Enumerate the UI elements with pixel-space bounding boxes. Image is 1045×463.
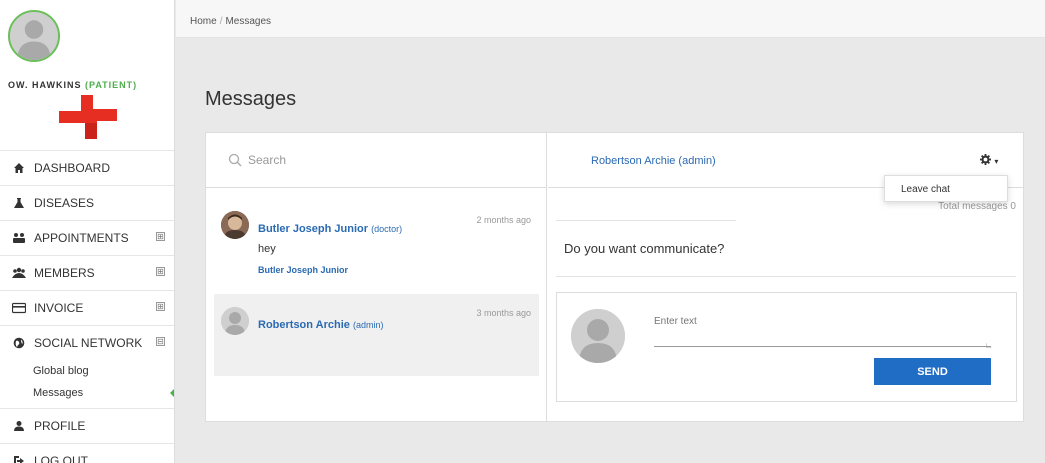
chat-settings-button[interactable]: ▾: [980, 153, 998, 167]
conversation-role: (admin): [352, 320, 384, 330]
nav-messages-label: Messages: [33, 387, 84, 399]
home-icon: [12, 161, 26, 175]
breadcrumb-home[interactable]: Home: [190, 16, 217, 27]
expand-icon[interactable]: ⊞: [156, 232, 165, 241]
resize-grip-icon[interactable]: ​∟: [985, 341, 993, 350]
search-box[interactable]: Search: [206, 133, 547, 188]
users-icon: [12, 266, 26, 280]
expand-icon[interactable]: ⊞: [156, 302, 165, 311]
nav-label: DISEASES: [34, 196, 95, 210]
nav-label: INVOICE: [34, 301, 84, 315]
chat-options-menu: Leave chat: [884, 175, 1008, 202]
doctor-avatar: [221, 211, 249, 239]
admin-avatar: [221, 307, 249, 335]
conversation-item-active[interactable]: Robertson Archie (admin) 3 months ago: [214, 294, 539, 376]
flask-icon: [12, 196, 26, 210]
nav-label: LOG OUT: [34, 454, 89, 463]
breadcrumb: Home / Messages: [190, 16, 271, 27]
nav-label: SOCIAL NETWORK: [34, 336, 143, 350]
compose-box: ​∟ SEND: [556, 292, 1017, 402]
nav-label: MEMBERS: [34, 266, 95, 280]
conversation-last-message: hey: [258, 243, 276, 255]
top-bar: Home / Messages: [176, 0, 1045, 38]
conversation-name[interactable]: Butler Joseph Junior (doctor): [258, 223, 402, 235]
divider: [556, 276, 1016, 277]
globe-icon: [12, 336, 26, 350]
user-icon: [12, 419, 26, 433]
total-messages: Total messages 0: [938, 201, 1016, 212]
user-avatar[interactable]: [8, 10, 60, 62]
message-input[interactable]: [654, 313, 991, 347]
nav-social-network[interactable]: SOCIAL NETWORK ⊟: [0, 325, 174, 360]
conversation-sender[interactable]: Butler Joseph Junior: [258, 265, 348, 275]
nav-invoice[interactable]: INVOICE ⊞: [0, 290, 174, 325]
nav-label: DASHBOARD: [34, 161, 111, 175]
conversation-item[interactable]: Butler Joseph Junior (doctor) 2 months a…: [214, 199, 539, 289]
nav-diseases[interactable]: DISEASES: [0, 185, 174, 220]
active-marker-icon: [170, 388, 174, 398]
logout-icon: [12, 454, 26, 463]
sidebar: OW. HAWKINS (PATIENT) DASHBOARD DISEASES…: [0, 0, 175, 463]
compose-avatar: [571, 309, 625, 363]
appointments-icon: [12, 231, 26, 245]
caret-down-icon: ▾: [994, 157, 999, 166]
nav-profile[interactable]: PROFILE: [0, 408, 174, 443]
leave-chat-item[interactable]: Leave chat: [901, 184, 950, 195]
nav-label: APPOINTMENTS: [34, 231, 129, 245]
conversation-name-text: Robertson Archie: [258, 319, 350, 331]
send-button[interactable]: SEND: [874, 358, 991, 385]
search-icon: [228, 153, 242, 167]
credit-card-icon: [12, 301, 26, 315]
chat-area: Robertson Archie (admin) ▾ Leave chat To…: [548, 133, 1024, 421]
expand-icon[interactable]: ⊞: [156, 267, 165, 276]
collapse-icon[interactable]: ⊟: [156, 337, 165, 346]
gear-icon: [980, 154, 991, 165]
breadcrumb-current: Messages: [225, 16, 272, 27]
messages-panel: Search Butler Joseph Junior (doctor) 2 m…: [205, 132, 1024, 422]
user-role: (PATIENT): [85, 80, 138, 90]
divider: [556, 220, 736, 221]
nav-dashboard[interactable]: DASHBOARD: [0, 150, 174, 185]
page-title: Messages: [205, 88, 297, 110]
chat-message: Do you want communicate?: [564, 241, 725, 256]
search-input[interactable]: Search: [248, 153, 286, 167]
nav-members[interactable]: MEMBERS ⊞: [0, 255, 174, 290]
main-nav: DASHBOARD DISEASES APPOINTMENTS ⊞ MEMBER…: [0, 150, 174, 463]
nav-messages[interactable]: Messages: [0, 382, 174, 404]
nav-label: PROFILE: [34, 419, 86, 433]
conversation-name[interactable]: Robertson Archie (admin): [258, 319, 383, 331]
nav-logout[interactable]: LOG OUT: [0, 443, 174, 463]
conversation-list: Search Butler Joseph Junior (doctor) 2 m…: [206, 133, 547, 421]
user-name: OW. HAWKINS (PATIENT): [8, 80, 137, 90]
conversation-role: (doctor): [371, 224, 403, 234]
conversation-time: 3 months ago: [476, 308, 531, 318]
user-name-text: OW. HAWKINS: [8, 80, 82, 90]
nav-appointments[interactable]: APPOINTMENTS ⊞: [0, 220, 174, 255]
chat-recipient[interactable]: Robertson Archie (admin): [591, 155, 716, 167]
conversation-time: 2 months ago: [476, 215, 531, 225]
nav-global-blog[interactable]: Global blog: [0, 360, 174, 382]
conversation-name-text: Butler Joseph Junior: [258, 223, 369, 235]
breadcrumb-separator: /: [219, 16, 223, 27]
clinic-logo: [59, 95, 117, 139]
